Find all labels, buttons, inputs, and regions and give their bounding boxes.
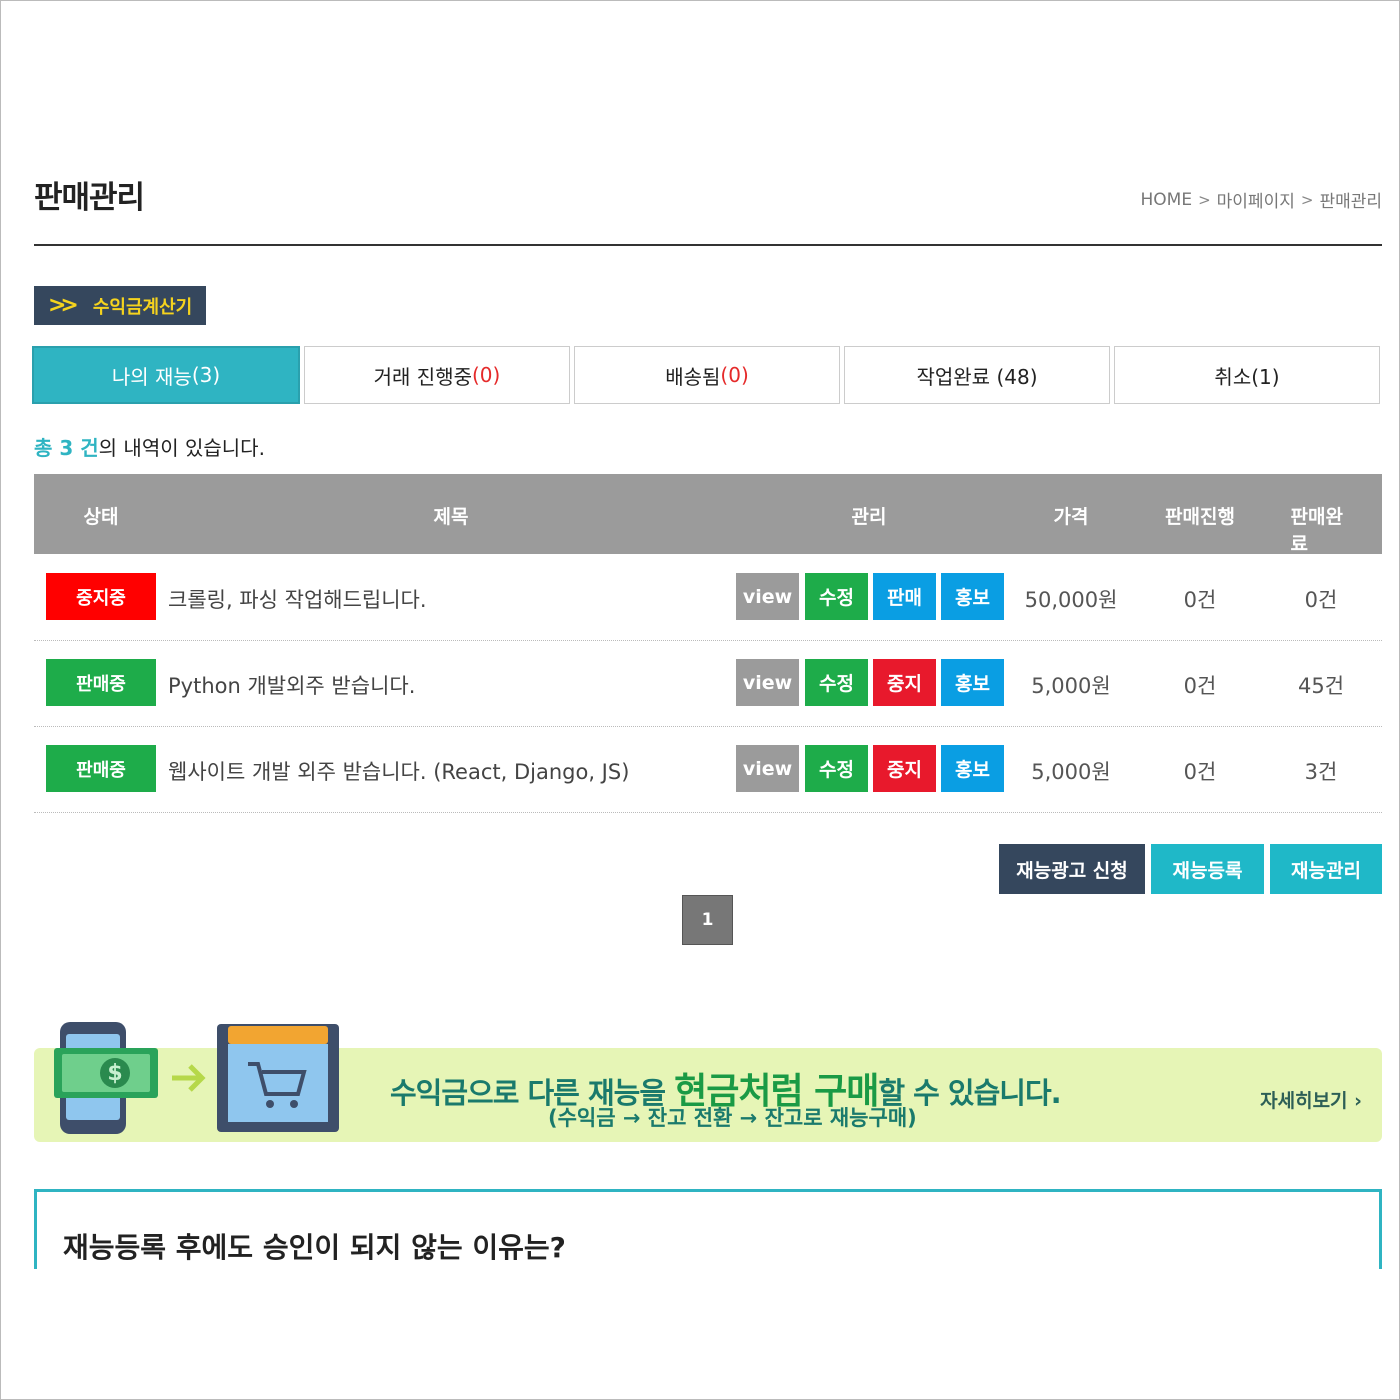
tab-cancelled[interactable]: 취소(1) <box>1114 346 1380 404</box>
double-chevron-icon: >> <box>48 293 79 318</box>
view-button[interactable]: view <box>736 659 799 706</box>
talent-title-link[interactable]: Python 개발외주 받습니다. <box>168 670 415 700</box>
completed-count: 0건 <box>1304 588 1338 612</box>
result-summary: 총 3 건의 내역이 있습니다. <box>34 436 265 460</box>
in-progress-count: 0건 <box>1183 760 1217 784</box>
edit-button[interactable]: 수정 <box>805 659 868 706</box>
table-row: 중지중 크롤링, 파싱 작업해드립니다. view 수정 판매 홍보 50,00… <box>34 554 1382 641</box>
tab-in-progress[interactable]: 거래 진행중 (0) <box>304 346 570 404</box>
arrow-right-icon <box>172 1064 206 1092</box>
promote-button[interactable]: 홍보 <box>941 745 1004 792</box>
edit-button[interactable]: 수정 <box>805 745 868 792</box>
column-price: 가격 <box>1053 506 1089 528</box>
view-button[interactable]: view <box>736 573 799 620</box>
stop-sale-button[interactable]: 중지 <box>873 745 936 792</box>
faq-box: 재능등록 후에도 승인이 되지 않는 이유는? <box>34 1189 1382 1269</box>
in-progress-count: 0건 <box>1183 588 1217 612</box>
stop-sale-button[interactable]: 중지 <box>873 659 936 706</box>
banner-illustration: $ <box>54 1022 339 1134</box>
table-header: 상태 제목 관리 가격 판매진행 판매완료 <box>34 474 1382 555</box>
tab-shipped[interactable]: 배송됨 (0) <box>574 346 840 404</box>
banner-subtext: (수익금 → 잔고 전환 → 잔고로 재능구매) <box>548 1106 917 1130</box>
promote-button[interactable]: 홍보 <box>941 573 1004 620</box>
svg-text:$: $ <box>107 1061 122 1086</box>
talent-ad-request-button[interactable]: 재능광고 신청 <box>999 844 1145 894</box>
column-completed: 판매완료 <box>1290 506 1343 555</box>
breadcrumb: HOME > 마이페이지 > 판매관리 <box>1141 187 1383 213</box>
sales-tabs: 나의 재능 (3) 거래 진행중 (0) 배송됨 (0) 작업완료 (48) 취… <box>32 346 1380 406</box>
view-button[interactable]: view <box>736 745 799 792</box>
table-row: 판매중 Python 개발외주 받습니다. view 수정 중지 홍보 5,00… <box>34 640 1382 727</box>
status-badge: 판매중 <box>46 745 156 792</box>
table-row: 판매중 웹사이트 개발 외주 받습니다. (React, Django, JS)… <box>34 726 1382 813</box>
talent-title-link[interactable]: 크롤링, 파싱 작업해드립니다. <box>168 584 427 614</box>
column-title: 제목 <box>433 506 469 528</box>
completed-count: 45건 <box>1297 674 1345 698</box>
breadcrumb-current: 판매관리 <box>1319 192 1382 212</box>
column-status: 상태 <box>83 506 119 528</box>
revenue-calculator-label: 수익금계산기 <box>92 296 193 318</box>
tab-my-talent[interactable]: 나의 재능 (3) <box>32 346 300 404</box>
faq-title[interactable]: 재능등록 후에도 승인이 되지 않는 이유는? <box>63 1226 566 1266</box>
resume-sale-button[interactable]: 판매 <box>873 573 936 620</box>
status-badge: 중지중 <box>46 573 156 620</box>
promote-button[interactable]: 홍보 <box>941 659 1004 706</box>
edit-button[interactable]: 수정 <box>805 573 868 620</box>
breadcrumb-mypage[interactable]: 마이페이지 <box>1217 187 1295 212</box>
completed-count: 3건 <box>1304 760 1338 784</box>
page-title: 판매관리 <box>34 180 145 216</box>
status-badge: 판매중 <box>46 659 156 706</box>
chevron-right-icon: > <box>1198 190 1211 209</box>
talent-manage-button[interactable]: 재능관리 <box>1270 844 1382 894</box>
revenue-calculator-button[interactable]: >> 수익금계산기 <box>34 286 206 325</box>
price: 50,000원 <box>1024 588 1118 612</box>
chevron-right-icon: > <box>1300 190 1314 209</box>
price: 5,000원 <box>1031 674 1111 698</box>
banner-more-link[interactable]: 자세히보기 › <box>1260 1086 1362 1113</box>
talent-title-link[interactable]: 웹사이트 개발 외주 받습니다. (React, Django, JS) <box>168 756 629 786</box>
talent-register-button[interactable]: 재능등록 <box>1151 844 1264 894</box>
title-divider <box>34 244 1382 246</box>
price: 5,000원 <box>1031 760 1111 784</box>
shopping-cart-icon <box>217 1024 339 1132</box>
money-icon: $ <box>54 1048 158 1098</box>
column-in-progress: 판매진행 <box>1165 506 1235 528</box>
tab-completed[interactable]: 작업완료 (48) <box>844 346 1110 404</box>
column-manage: 관리 <box>851 506 887 528</box>
in-progress-count: 0건 <box>1183 674 1217 698</box>
pagination-page-1[interactable]: 1 <box>682 895 733 945</box>
breadcrumb-home[interactable]: HOME <box>1141 190 1193 210</box>
